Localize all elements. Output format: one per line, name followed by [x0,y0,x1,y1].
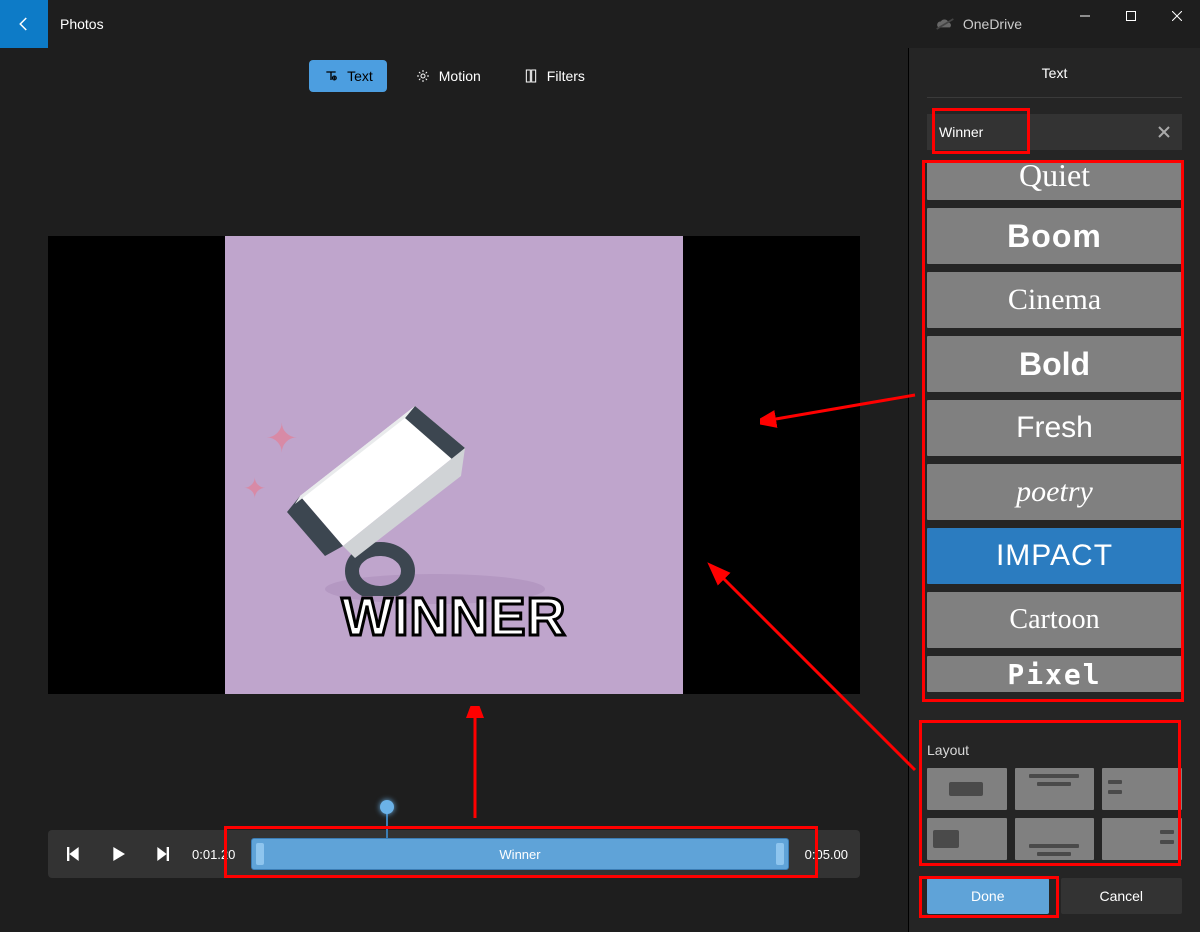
timeline: 0:01.20 Winner 0:05.00 [48,830,860,878]
sparkle-icon: ✦ [243,472,266,505]
done-button[interactable]: Done [927,878,1049,914]
style-fresh[interactable]: Fresh [927,400,1182,456]
style-cinema[interactable]: Cinema [927,272,1182,328]
time-total: 0:05.00 [805,847,848,862]
preview[interactable]: ✦ ✦ WINNER [48,236,860,694]
tab-text-label: Text [347,68,373,84]
text-styles-list: Quiet Boom Cinema Bold Fresh poetry IMPA… [927,160,1182,726]
cancel-button[interactable]: Cancel [1061,878,1183,914]
layout-left-box[interactable] [927,818,1007,860]
text-input-row [927,114,1182,150]
tab-text[interactable]: Text [309,60,387,92]
play-button[interactable] [104,840,132,868]
layout-left[interactable] [1102,768,1182,810]
style-pixel[interactable]: Pixel [927,656,1182,692]
text-panel: Text Quiet Boom Cinema Bold Fresh poetry… [908,48,1200,932]
cloud-off-icon [935,17,955,31]
text-icon [323,68,339,84]
style-boom[interactable]: Boom [927,208,1182,264]
clear-text-button[interactable] [1146,114,1182,150]
style-poetry[interactable]: poetry [927,464,1182,520]
canvas-area: Text Motion Filters ✦ ✦ [0,48,908,932]
layout-right[interactable] [1102,818,1182,860]
style-cartoon[interactable]: Cartoon [927,592,1182,648]
onedrive-status[interactable]: OneDrive [935,16,1022,32]
overlay-text[interactable]: WINNER [225,586,683,648]
layout-section: Layout [927,742,1182,860]
tab-motion-label: Motion [439,68,481,84]
clip-label: Winner [499,847,540,862]
filters-icon [523,68,539,84]
layout-label: Layout [927,742,1182,758]
megaphone-illustration [265,386,505,596]
tab-motion[interactable]: Motion [401,60,495,92]
prev-frame-button[interactable] [60,840,88,868]
text-input[interactable] [927,124,1146,140]
text-clip[interactable]: Winner [251,838,788,870]
back-button[interactable] [0,0,48,48]
style-bold[interactable]: Bold [927,336,1182,392]
minimize-button[interactable] [1062,0,1108,32]
tab-filters-label: Filters [547,68,585,84]
clip-track[interactable]: Winner [251,838,788,870]
titlebar: Photos OneDrive [0,0,1200,48]
style-quiet[interactable]: Quiet [927,160,1182,200]
onedrive-label: OneDrive [963,16,1022,32]
next-frame-button[interactable] [148,840,176,868]
tab-filters[interactable]: Filters [509,60,599,92]
maximize-button[interactable] [1108,0,1154,32]
tool-tabs: Text Motion Filters [0,48,908,96]
close-icon [1158,126,1170,138]
layout-top[interactable] [1015,768,1095,810]
layout-bottom[interactable] [1015,818,1095,860]
panel-buttons: Done Cancel [927,878,1182,914]
close-button[interactable] [1154,0,1200,32]
preview-frame: ✦ ✦ WINNER [225,236,683,694]
clip-handle-left[interactable] [256,843,264,865]
style-impact[interactable]: IMPACT [927,528,1182,584]
motion-icon [415,68,431,84]
app-title: Photos [60,16,104,32]
time-current: 0:01.20 [192,847,235,862]
clip-handle-right[interactable] [776,843,784,865]
layout-center[interactable] [927,768,1007,810]
panel-title: Text [927,48,1182,98]
